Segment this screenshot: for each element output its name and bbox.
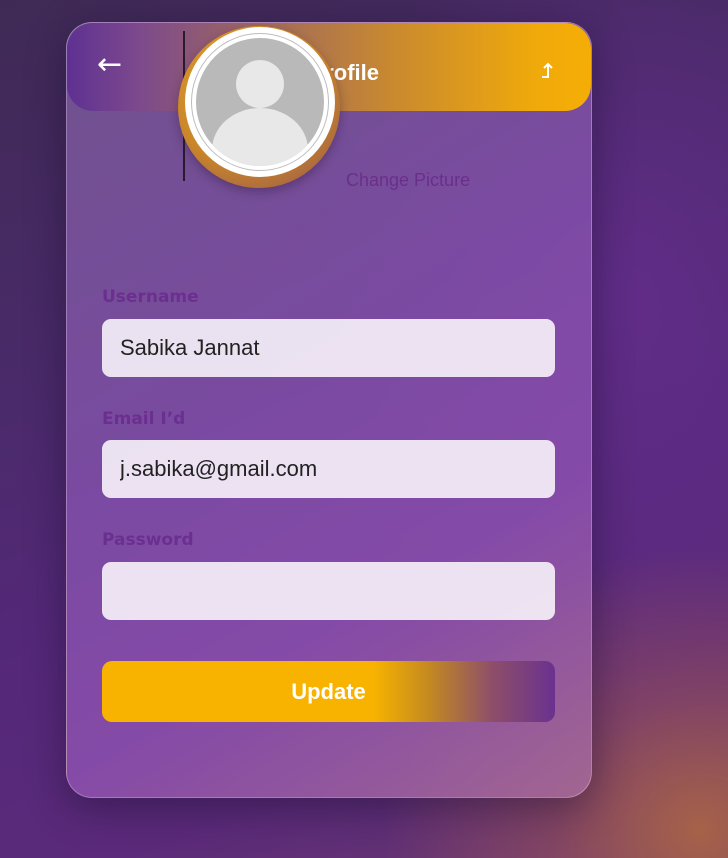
logout-arrow-icon[interactable]	[539, 61, 557, 81]
email-field[interactable]	[102, 440, 555, 498]
change-picture-link[interactable]: Change Picture	[346, 169, 470, 191]
update-button[interactable]: Update	[102, 661, 555, 722]
username-field[interactable]	[102, 319, 555, 377]
edit-profile-card: ← Edit Profile Change Picture Username E…	[66, 22, 592, 798]
password-label: Password	[102, 530, 194, 550]
arrow-left-icon[interactable]: ←	[97, 50, 122, 80]
avatar[interactable]	[196, 38, 324, 166]
email-label: Email I’d	[102, 409, 186, 429]
username-label: Username	[102, 287, 199, 307]
password-field[interactable]	[102, 562, 555, 620]
default-user-avatar-icon	[212, 60, 308, 166]
